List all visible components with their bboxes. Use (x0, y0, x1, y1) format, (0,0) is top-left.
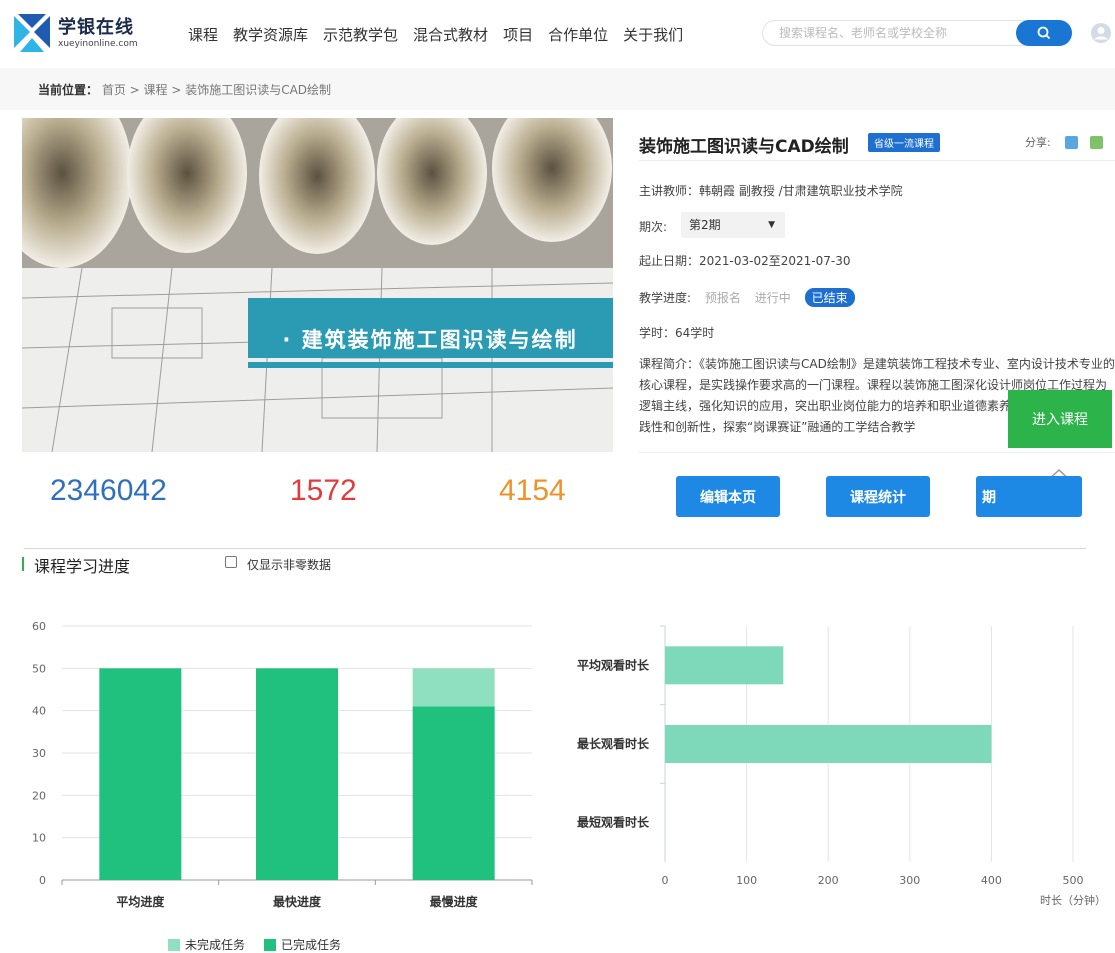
logo-name: 学银在线 (58, 17, 134, 38)
y-tick-label: 30 (32, 747, 46, 760)
y-tick-label: 50 (32, 662, 46, 675)
top-header: 学银在线 xueyinonline.com 课程 教学资源库 示范教学包 混合式… (0, 0, 1115, 68)
cover-title: · 建筑装饰施工图识读与绘制 (282, 328, 578, 352)
share-qzone-icon[interactable] (1064, 135, 1078, 149)
term-value: 第2期 (689, 218, 721, 232)
blueprint-rolls-illustration (22, 118, 613, 452)
nav-item-about[interactable]: 关于我们 (623, 24, 683, 45)
y-tick-label: 0 (39, 874, 46, 887)
y-tick-label: 最短观看时长 (577, 815, 650, 830)
course-badge: 省级一流课程 (868, 133, 940, 152)
section-marker (22, 557, 24, 571)
progress-step-preregister: 预报名 (704, 291, 741, 305)
search-box (762, 20, 1072, 46)
course-stats-button[interactable]: 课程统计 (826, 476, 930, 517)
user-avatar-icon[interactable] (1090, 22, 1112, 44)
nav-item-resources[interactable]: 教学资源库 (233, 24, 308, 45)
teaching-progress: 教学进度: 预报名 进行中 已结束 (639, 288, 855, 307)
legend-swatch-incomplete (168, 938, 180, 951)
progress-step-ended: 已结束 (804, 288, 855, 307)
stat-value-2: 1572 (290, 474, 357, 507)
title-divider (639, 160, 1115, 161)
site-logo[interactable]: 学银在线 xueyinonline.com (12, 12, 138, 56)
edit-page-button[interactable]: 编辑本页 (676, 476, 780, 517)
y-tick-label: 40 (32, 705, 46, 718)
x-tick-label: 最快进度 (273, 894, 322, 909)
bar-complete (256, 668, 338, 880)
nav-item-courses[interactable]: 课程 (188, 24, 218, 45)
bar-complete (99, 668, 182, 880)
bar-watch-time (665, 725, 992, 763)
breadcrumb-bar: 当前位置： 首页 > 课程 > 装饰施工图识读与CAD绘制 (0, 68, 1115, 110)
x-tick-label: 200 (818, 874, 839, 887)
breadcrumb-label: 当前位置： (38, 83, 99, 97)
course-cover-image: · 建筑装饰施工图识读与绘制 (22, 118, 613, 452)
share-group: 分享: (1025, 134, 1103, 150)
main-nav: 课程 教学资源库 示范教学包 混合式教材 项目 合作单位 关于我们 (188, 24, 698, 45)
course-title: 装饰施工图识读与CAD绘制 (639, 137, 849, 157)
stat-value-1: 2346042 (50, 474, 167, 507)
teacher-info: 主讲教师：韩朝霞 副教授 /甘肃建筑职业技术学院 (639, 184, 903, 198)
nav-item-projects[interactable]: 项目 (503, 24, 533, 45)
x-axis-label: 时长（分钟） (1040, 893, 1106, 907)
legend-label-incomplete: 未完成任务 (185, 938, 246, 952)
caret-down-icon: ▼ (768, 220, 775, 230)
breadcrumb: 当前位置： 首页 > 课程 > 装饰施工图识读与CAD绘制 (38, 81, 331, 98)
x-tick-label: 0 (662, 874, 669, 887)
term-row: 期次: 第2期 ▼ (639, 212, 785, 238)
section-divider (24, 548, 1086, 549)
term-label: 期次: (639, 220, 668, 234)
y-tick-label: 20 (32, 789, 46, 802)
nav-item-demo-packs[interactable]: 示范教学包 (323, 24, 398, 45)
description-divider (639, 452, 1115, 453)
share-label: 分享: (1025, 136, 1051, 149)
legend-item-complete[interactable]: 已完成任务 (264, 936, 341, 953)
legend-label-complete: 已完成任务 (281, 938, 342, 952)
y-tick-label: 最长观看时长 (577, 736, 650, 751)
date-range: 起止日期：2021-03-02至2021-07-30 (639, 254, 851, 268)
nonzero-only-label: 仅显示非零数据 (247, 558, 332, 572)
logo-icon (12, 14, 52, 54)
share-wechat-icon[interactable] (1089, 135, 1103, 149)
nav-item-blended-textbooks[interactable]: 混合式教材 (413, 24, 488, 45)
y-tick-label: 平均观看时长 (577, 657, 650, 672)
x-tick-label: 500 (1063, 874, 1084, 887)
search-button[interactable] (1016, 20, 1072, 46)
stat-value-3: 4154 (499, 474, 566, 507)
y-tick-label: 60 (32, 620, 46, 633)
x-tick-label: 100 (736, 874, 757, 887)
enter-course-button[interactable]: 进入课程 (1008, 390, 1112, 448)
progress-step-ongoing: 进行中 (754, 291, 791, 305)
bar-watch-time (665, 646, 784, 685)
search-input[interactable] (763, 21, 1013, 45)
logo-subtitle: xueyinonline.com (58, 39, 138, 49)
progress-bar-chart: 0 10 20 30 40 50 60 平均进度 最快进度 最慢进度 (32, 620, 533, 909)
legend-swatch-complete (264, 938, 276, 951)
term-select[interactable]: 第2期 ▼ (681, 212, 785, 238)
x-tick-label: 平均进度 (116, 894, 165, 909)
watch-time-bar-chart: 0 100 200 300 400 500 平均观看时长最长观看时长最短观看时长时长（分钟） (577, 625, 1106, 907)
legend-item-incomplete[interactable]: 未完成任务 (168, 936, 245, 953)
x-tick-label: 最慢进度 (430, 894, 479, 909)
x-tick-label: 300 (899, 874, 920, 887)
course-hours: 学时：64学时 (639, 326, 715, 340)
breadcrumb-path[interactable]: 首页 > 课程 > 装饰施工图识读与CAD绘制 (102, 83, 331, 97)
nonzero-only-checkbox[interactable] (225, 556, 237, 568)
search-icon (1037, 26, 1051, 40)
progress-label: 教学进度: (639, 291, 692, 305)
x-tick-label: 400 (981, 874, 1002, 887)
bar-incomplete (412, 668, 495, 707)
term-action-button[interactable]: 期 (976, 476, 1082, 517)
y-tick-label: 10 (32, 832, 46, 845)
nav-item-partners[interactable]: 合作单位 (548, 24, 608, 45)
section-title: 课程学习进度 (34, 557, 131, 576)
bar-complete (412, 706, 495, 880)
